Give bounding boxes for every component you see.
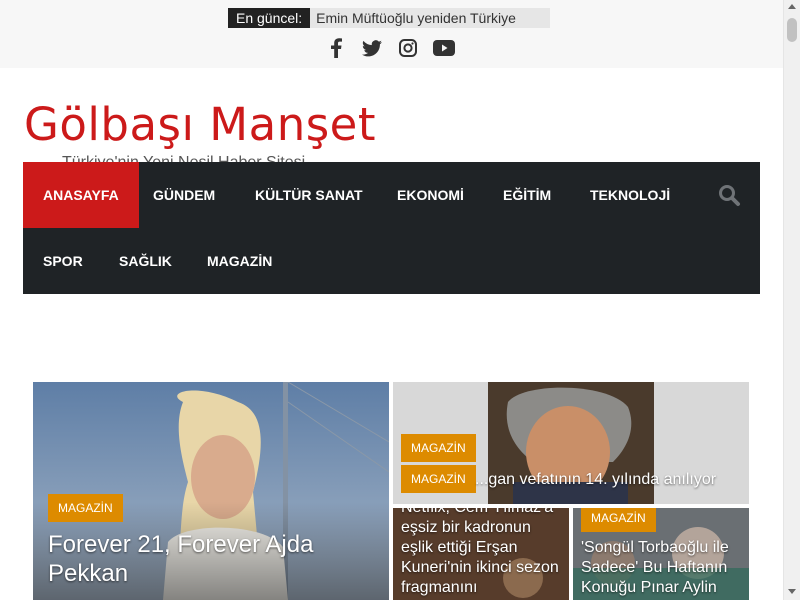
nav-item-spor[interactable]: SPOR (23, 228, 103, 294)
ticker-label: En güncel: (228, 8, 311, 28)
main-nav: ANASAYFA GÜNDEM KÜLTÜR SANAT EKONOMİ EĞİ… (23, 162, 760, 294)
nav-item-saglik[interactable]: SAĞLIK (99, 228, 192, 294)
instagram-icon[interactable] (397, 36, 419, 60)
scroll-down-arrow-icon[interactable] (788, 589, 796, 594)
twitter-icon[interactable] (361, 36, 383, 60)
ticker-headline[interactable]: Emin Müftüoğlu yeniden Türkiye (310, 8, 551, 28)
facebook-icon[interactable] (325, 36, 347, 60)
nav-item-magazin[interactable]: MAGAZİN (187, 228, 292, 294)
category-badge[interactable]: MAGAZİN (401, 465, 476, 493)
featured-top-right[interactable]: MAGAZİN MAGAZİN ...gan vefatının 14. yıl… (393, 382, 749, 504)
nav-item-teknoloji[interactable]: TEKNOLOJİ (570, 162, 690, 228)
nav-item-anasayfa[interactable]: ANASAYFA (23, 162, 139, 228)
article-title[interactable]: ...gan vefatının 14. yılında anılıyor (475, 470, 745, 490)
category-badge[interactable]: MAGAZİN (401, 434, 476, 462)
article-title[interactable]: Netflix, Cem Yılmaz'a eşsiz bir kadronun… (401, 508, 565, 598)
featured-bottom-left[interactable]: Netflix, Cem Yılmaz'a eşsiz bir kadronun… (393, 508, 569, 600)
search-icon[interactable] (717, 183, 741, 207)
category-badge[interactable]: MAGAZİN (581, 508, 656, 532)
featured-main[interactable]: MAGAZİN Forever 21, Forever Ajda Pekkan (33, 382, 389, 600)
category-badge[interactable]: MAGAZİN (48, 494, 123, 522)
nav-item-gundem[interactable]: GÜNDEM (133, 162, 235, 228)
featured-bottom-right[interactable]: MAGAZİN 'Songül Torbaoğlu ile Sadece' Bu… (573, 508, 749, 600)
page-scrollbar[interactable] (783, 0, 800, 600)
top-bar: En güncel: Emin Müftüoğlu yeniden Türkiy… (0, 0, 783, 68)
nav-item-kultur-sanat[interactable]: KÜLTÜR SANAT (235, 162, 383, 228)
nav-item-egitim[interactable]: EĞİTİM (483, 162, 571, 228)
nav-item-ekonomi[interactable]: EKONOMİ (377, 162, 484, 228)
news-ticker: En güncel: Emin Müftüoğlu yeniden Türkiy… (228, 8, 551, 28)
social-links (325, 36, 455, 60)
article-title[interactable]: 'Songül Torbaoğlu ile Sadece' Bu Haftanı… (581, 538, 746, 598)
scrollbar-thumb[interactable] (787, 18, 797, 42)
site-title[interactable]: Gölbaşı Manşet (24, 98, 376, 151)
youtube-icon[interactable] (433, 36, 455, 60)
article-title[interactable]: Forever 21, Forever Ajda Pekkan (48, 530, 368, 588)
scroll-up-arrow-icon[interactable] (788, 4, 796, 9)
